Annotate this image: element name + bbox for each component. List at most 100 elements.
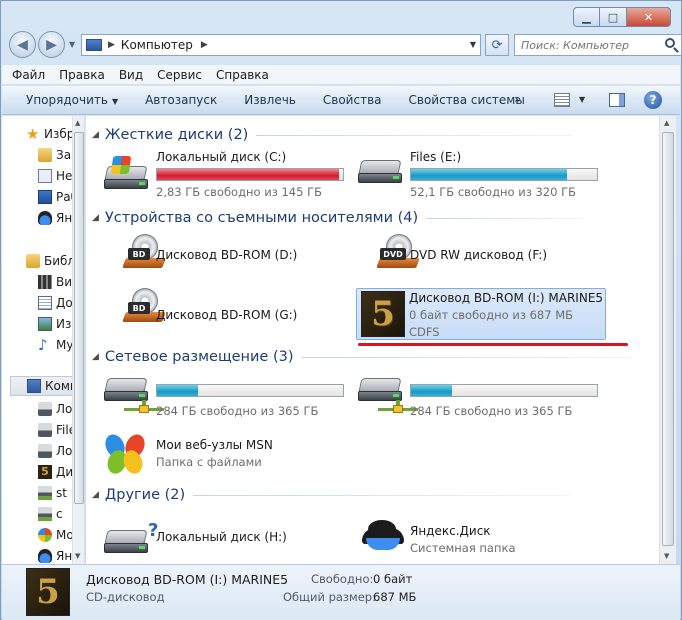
image-icon	[38, 317, 52, 331]
drive-name: Дисковод BD-ROM (I:) MARINE5	[409, 291, 604, 305]
minimize-button[interactable]: ▁	[573, 7, 600, 27]
group-title: Сетевое размещение (3)	[104, 349, 294, 365]
scroll-down-icon[interactable]: ▼	[664, 552, 669, 560]
menu-file[interactable]: Файл	[12, 68, 45, 82]
recent-pages-dropdown[interactable]: ▼	[69, 40, 75, 49]
network-drive-icon	[104, 372, 164, 418]
caption-buttons: ▁ □ ✕	[573, 7, 671, 27]
details-free-label: Свободно:	[311, 572, 374, 586]
item-name: Яндекс.Диск	[410, 524, 491, 538]
more-commands-button[interactable]: »	[514, 92, 521, 106]
details-item-type: CD-дисковод	[86, 590, 165, 604]
help-icon[interactable]: ?	[644, 91, 662, 109]
collapse-chevron-icon[interactable]: ◢	[92, 352, 99, 362]
search-box[interactable]	[514, 34, 682, 56]
organize-button[interactable]: Упорядочить ▼	[26, 93, 118, 107]
drive-usage-fill	[411, 385, 452, 396]
windows-logo-icon	[110, 156, 132, 174]
breadcrumb-separator-icon[interactable]: ▶	[108, 40, 115, 50]
address-history-dropdown[interactable]: ▼	[470, 40, 476, 49]
search-icon[interactable]	[665, 38, 675, 48]
content-scrollbar[interactable]: ▲ ▼	[659, 116, 676, 564]
drive-tile-g[interactable]: BD Дисковод BD-ROM (G:)	[104, 288, 354, 340]
scroll-up-icon[interactable]: ▲	[664, 119, 669, 127]
autoplay-button[interactable]: Автозапуск	[145, 93, 217, 107]
item-type: Системная папка	[410, 541, 516, 555]
drive-icon	[38, 423, 52, 437]
sidebar-item-network-c[interactable]: c	[38, 504, 63, 524]
search-input[interactable]	[515, 35, 655, 55]
sidebar-item-network-st[interactable]: st	[38, 483, 67, 503]
item-type: Папка с файлами	[156, 455, 262, 469]
cloud-icon	[38, 211, 52, 225]
computer-icon	[27, 379, 41, 393]
group-title: Жесткие диски (2)	[104, 127, 249, 143]
drive-tile-c[interactable]: Локальный диск (C:) 2,83 ГБ свободно из …	[104, 150, 354, 202]
sidebar-scrollbar-thumb[interactable]	[74, 132, 84, 504]
dvd-drive-icon: DVD	[358, 234, 420, 280]
yandex-disk-tile[interactable]: Яндекс.Диск Системная папка	[358, 512, 608, 564]
recent-icon	[38, 169, 52, 183]
drive-tile-h[interactable]: ? Локальный диск (H:)	[104, 512, 354, 564]
drive-usage-bar	[156, 168, 344, 181]
menu-bar: Файл Правка Вид Сервис Справка	[2, 65, 680, 85]
drive-tile-f[interactable]: DVD DVD RW дисковод (F:)	[358, 234, 608, 286]
system-properties-button[interactable]: Свойства системы	[409, 93, 525, 107]
menu-edit[interactable]: Правка	[59, 68, 105, 82]
drive-usage-bar	[410, 168, 598, 181]
eject-button[interactable]: Извлечь	[244, 93, 296, 107]
forward-button[interactable]: ▶	[38, 31, 65, 58]
disc-format-label: BD	[128, 248, 150, 260]
close-button[interactable]: ✕	[627, 7, 671, 27]
change-view-icon[interactable]	[554, 93, 570, 107]
properties-button[interactable]: Свойства	[323, 93, 382, 107]
content-scrollbar-thumb[interactable]	[662, 132, 674, 546]
content-pane: ◢ Жесткие диски (2) Локальный диск (C:) …	[86, 116, 659, 564]
network-tile-2[interactable]: 284 ГБ свободно из 365 ГБ	[358, 372, 608, 424]
video-icon	[38, 275, 52, 289]
scroll-up-icon[interactable]: ▲	[75, 119, 80, 127]
bd-drive-icon: BD	[104, 234, 166, 280]
unknown-drive-icon: ?	[104, 512, 164, 558]
menu-view[interactable]: Вид	[119, 68, 143, 82]
drive-usage-bar	[156, 384, 344, 397]
group-removable[interactable]: ◢ Устройства со съемными носителями (4)	[92, 208, 652, 228]
refresh-button[interactable]: ⟳	[485, 34, 509, 56]
view-options-dropdown[interactable]: ▼	[579, 95, 585, 104]
scroll-down-icon[interactable]: ▼	[75, 552, 80, 560]
breadcrumb-chevron-icon[interactable]: ▶	[201, 40, 208, 50]
menu-help[interactable]: Справка	[216, 68, 269, 82]
folder-icon	[38, 148, 52, 162]
collapse-chevron-icon[interactable]: ◢	[92, 490, 99, 500]
network-drive-icon	[358, 372, 418, 418]
hard-drive-icon	[104, 156, 150, 192]
preview-pane-icon[interactable]	[609, 93, 625, 107]
back-button[interactable]: ◀	[9, 31, 36, 58]
menu-tools[interactable]: Сервис	[157, 68, 202, 82]
disc-cover-label: 5	[371, 294, 395, 334]
breadcrumb-computer[interactable]: Компьютер	[121, 38, 193, 52]
network-tile-1[interactable]: 284 ГБ свободно из 365 ГБ	[104, 372, 354, 424]
drive-tile-i[interactable]: 5 Дисковод BD-ROM (I:) MARINE5 0 байт св…	[356, 288, 606, 340]
group-network[interactable]: ◢ Сетевое размещение (3)	[92, 347, 652, 367]
bd-drive-icon: BD	[104, 288, 166, 334]
navigation-pane: ★ Избранное Загрузки Недавние места Рабо…	[2, 116, 85, 564]
collapse-chevron-icon[interactable]: ◢	[92, 213, 99, 223]
annotation-underline	[358, 343, 628, 346]
group-hard-disks[interactable]: ◢ Жесткие диски (2)	[92, 125, 652, 145]
collapse-chevron-icon[interactable]: ◢	[92, 130, 99, 140]
drive-tile-d[interactable]: BD Дисковод BD-ROM (D:)	[104, 234, 354, 286]
address-bar[interactable]: ▶ Компьютер ▶ ▼	[81, 34, 481, 56]
explorer-window: ▁ □ ✕ ◀ ▶ ▼ ▶ Компьютер ▶ ▼ ⟳ Файл Правк…	[0, 0, 682, 620]
sidebar-scrollbar[interactable]: ▲ ▼	[72, 116, 84, 564]
drive-tile-e[interactable]: Files (E:) 52,1 ГБ свободно из 320 ГБ	[358, 150, 608, 202]
drive-name: Дисковод BD-ROM (G:)	[156, 308, 298, 322]
disc-cover-icon: 5	[26, 568, 70, 616]
msn-tile[interactable]: Мои веб-узлы MSN Папка с файлами	[101, 431, 354, 484]
disc-format-label: DVD	[380, 248, 406, 260]
chevron-down-icon: ▼	[111, 97, 119, 106]
maximize-button[interactable]: □	[600, 7, 627, 27]
drive-name: DVD RW дисковод (F:)	[410, 248, 548, 262]
navigation-bar: ◀ ▶ ▼ ▶ Компьютер ▶ ▼ ⟳	[9, 31, 682, 59]
group-other[interactable]: ◢ Другие (2)	[92, 485, 652, 505]
